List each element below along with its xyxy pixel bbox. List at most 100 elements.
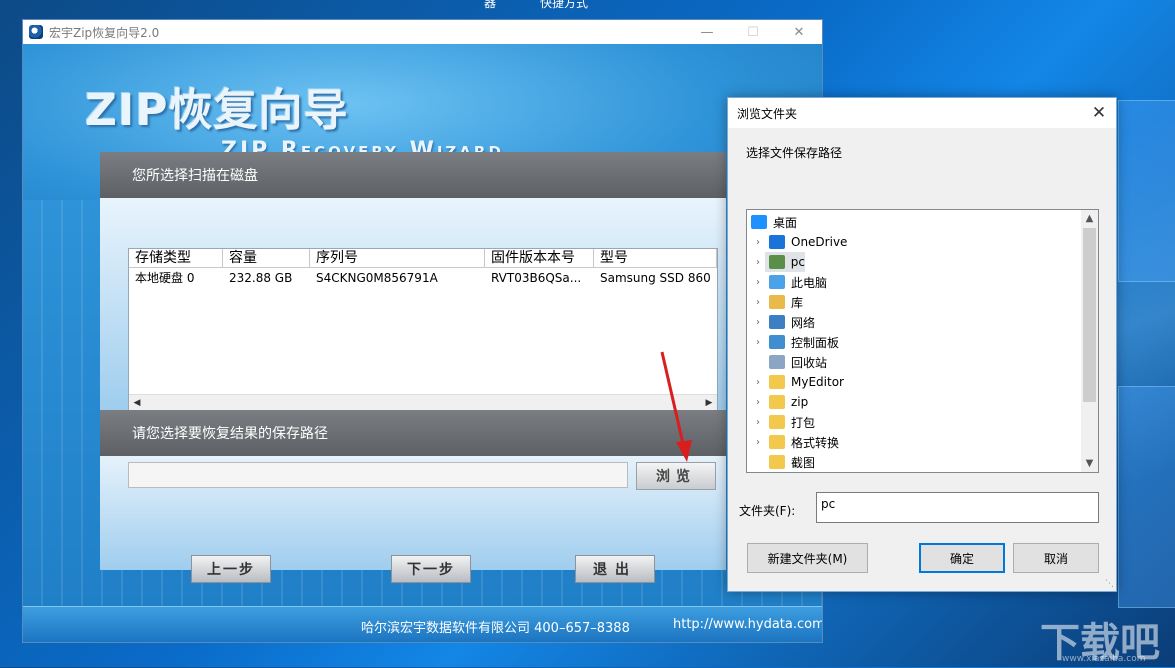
tree-item[interactable]: › 控制面板: [747, 332, 839, 352]
tree-vertical-scrollbar[interactable]: ▲ ▼: [1081, 210, 1098, 472]
scroll-up-icon[interactable]: ▲: [1081, 210, 1098, 227]
tree-item[interactable]: › OneDrive: [747, 232, 847, 252]
wizard-panel: 您所选择扫描在磁盘 存储类型 容量 序列号 固件版本本号 型号 本地硬盘 0 2…: [100, 152, 726, 570]
dialog-description: 选择文件保存路径: [746, 146, 843, 160]
folder-tree[interactable]: ▲ ▼ 桌面 › OneDrive › pc › 此电脑 › 库 › 网络 › 控制面板 回收站 › MyEd…: [746, 209, 1099, 473]
network-icon: [769, 315, 785, 329]
folder-icon: [769, 395, 785, 409]
tree-item[interactable]: › 格式转换: [747, 432, 839, 452]
table-row[interactable]: 本地硬盘 0 232.88 GB S4CKNG0M856791A RVT03B6…: [129, 268, 717, 288]
disk-table: 存储类型 容量 序列号 固件版本本号 型号 本地硬盘 0 232.88 GB S…: [128, 248, 718, 412]
tree-item[interactable]: › 库: [747, 292, 803, 312]
folder-icon: [769, 415, 785, 429]
dialog-titlebar[interactable]: 浏览文件夹 ✕: [728, 98, 1116, 128]
tree-item-label: OneDrive: [791, 235, 848, 249]
section-title-disk: 您所选择扫描在磁盘: [100, 152, 726, 198]
folder-field-label: 文件夹(F):: [739, 504, 796, 518]
chevron-right-icon[interactable]: ›: [751, 317, 765, 328]
tree-item-label: 截图: [791, 455, 816, 470]
next-step-button[interactable]: 下一步: [391, 555, 471, 583]
chevron-right-icon[interactable]: ›: [751, 257, 765, 268]
computer-icon: [769, 275, 785, 289]
tree-item-label: 回收站: [791, 355, 828, 370]
footer-bar: 哈尔滨宏宇数据软件有限公司 400–657–8388 http://www.hy…: [23, 606, 822, 642]
cell-model: Samsung SSD 860: [600, 271, 711, 285]
chevron-right-icon[interactable]: ›: [751, 297, 765, 308]
cancel-button[interactable]: 取消: [1013, 543, 1099, 573]
tree-item[interactable]: › 网络: [747, 312, 815, 332]
scroll-thumb[interactable]: [1083, 228, 1096, 402]
folder-icon: [769, 375, 785, 389]
watermark-url: www.xiazaiba.com: [1062, 654, 1146, 664]
control-panel-icon: [769, 335, 785, 349]
banner-title-cn: ZIP恢复向导: [85, 85, 349, 136]
chevron-right-icon[interactable]: ›: [751, 377, 765, 388]
folder-name-input[interactable]: pc: [816, 492, 1099, 523]
tree-item-label: 库: [791, 295, 804, 310]
cell-capacity: 232.88 GB: [229, 271, 293, 285]
close-button[interactable]: ✕: [776, 20, 822, 44]
dialog-close-button[interactable]: ✕: [1088, 102, 1110, 124]
tree-item[interactable]: › 打包: [747, 412, 815, 432]
new-folder-button[interactable]: 新建文件夹(M): [747, 543, 868, 573]
folder-icon: [769, 455, 785, 469]
tree-item[interactable]: › 此电脑: [747, 272, 827, 292]
annotation-arrow-icon: [660, 351, 692, 462]
section-title-save-path: 请您选择要恢复结果的保存路径: [100, 410, 726, 456]
cloud-icon: [769, 235, 785, 249]
footer-company: 哈尔滨宏宇数据软件有限公司 400–657–8388: [361, 621, 630, 636]
previous-step-button[interactable]: 上一步: [191, 555, 271, 583]
desktop-icon: [751, 215, 767, 229]
save-path-section: 浏览: [100, 456, 726, 570]
tree-item[interactable]: › zip: [747, 392, 808, 412]
column-header-firmware[interactable]: 固件版本本号: [485, 249, 594, 267]
window-titlebar[interactable]: 宏宇Zip恢复向导2.0 — ☐ ✕: [23, 20, 822, 44]
footer-url[interactable]: http://www.hydata.com: [673, 617, 822, 632]
column-header-capacity[interactable]: 容量: [223, 249, 310, 267]
minimize-button[interactable]: —: [684, 20, 730, 44]
desktop-wallpaper-pane: [1118, 100, 1175, 282]
scroll-down-icon[interactable]: ▼: [1081, 455, 1098, 472]
desktop-icon-label: 器: [484, 0, 497, 10]
dialog-title: 浏览文件夹: [737, 106, 798, 121]
horizontal-scrollbar[interactable]: ◀ ▶: [129, 394, 717, 411]
chevron-right-icon[interactable]: ›: [751, 237, 765, 248]
user-icon: [769, 255, 785, 269]
maximize-button[interactable]: ☐: [730, 20, 776, 44]
library-icon: [769, 295, 785, 309]
tree-item[interactable]: 回收站: [747, 352, 827, 372]
save-path-input[interactable]: [128, 462, 628, 488]
tree-item-label: MyEditor: [791, 375, 844, 389]
column-header-serial[interactable]: 序列号: [310, 249, 485, 267]
resize-grip-icon[interactable]: ⋱: [1105, 579, 1114, 589]
column-header-model[interactable]: 型号: [594, 249, 717, 267]
chevron-right-icon[interactable]: ›: [751, 277, 765, 288]
tree-item[interactable]: pc: [765, 252, 805, 272]
scroll-left-icon[interactable]: ◀: [129, 395, 145, 411]
scroll-right-icon[interactable]: ▶: [701, 395, 717, 411]
tree-item-label: 网络: [791, 315, 816, 330]
tree-item[interactable]: 截图: [747, 452, 815, 472]
tree-item-label: 控制面板: [791, 335, 840, 350]
cell-storage-type: 本地硬盘 0: [135, 271, 195, 285]
tree-item-label: 打包: [791, 415, 816, 430]
tree-item-label: 格式转换: [791, 435, 840, 450]
table-header: 存储类型 容量 序列号 固件版本本号 型号: [129, 249, 717, 268]
ok-button[interactable]: 确定: [919, 543, 1005, 573]
desktop-wallpaper-pane: [1118, 386, 1175, 608]
tree-item-row[interactable]: ›: [747, 252, 765, 272]
column-header-storage-type[interactable]: 存储类型: [129, 249, 223, 267]
chevron-right-icon[interactable]: ›: [751, 397, 765, 408]
chevron-right-icon[interactable]: ›: [751, 437, 765, 448]
exit-button[interactable]: 退出: [575, 555, 655, 583]
tree-item[interactable]: 桌面: [747, 212, 797, 232]
chevron-right-icon[interactable]: ›: [751, 337, 765, 348]
tree-item[interactable]: › MyEditor: [747, 372, 844, 392]
folder-icon: [769, 435, 785, 449]
recovery-wizard-window: 宏宇Zip恢复向导2.0 — ☐ ✕ ZIP恢复向导 ZIP Recovery …: [22, 19, 823, 643]
chevron-right-icon[interactable]: ›: [751, 417, 765, 428]
recycle-bin-icon: [769, 355, 785, 369]
window-controls: — ☐ ✕: [684, 20, 822, 44]
cell-firmware: RVT03B6QSa...: [491, 271, 582, 285]
desktop-icon-label: 快捷方式: [540, 0, 589, 10]
